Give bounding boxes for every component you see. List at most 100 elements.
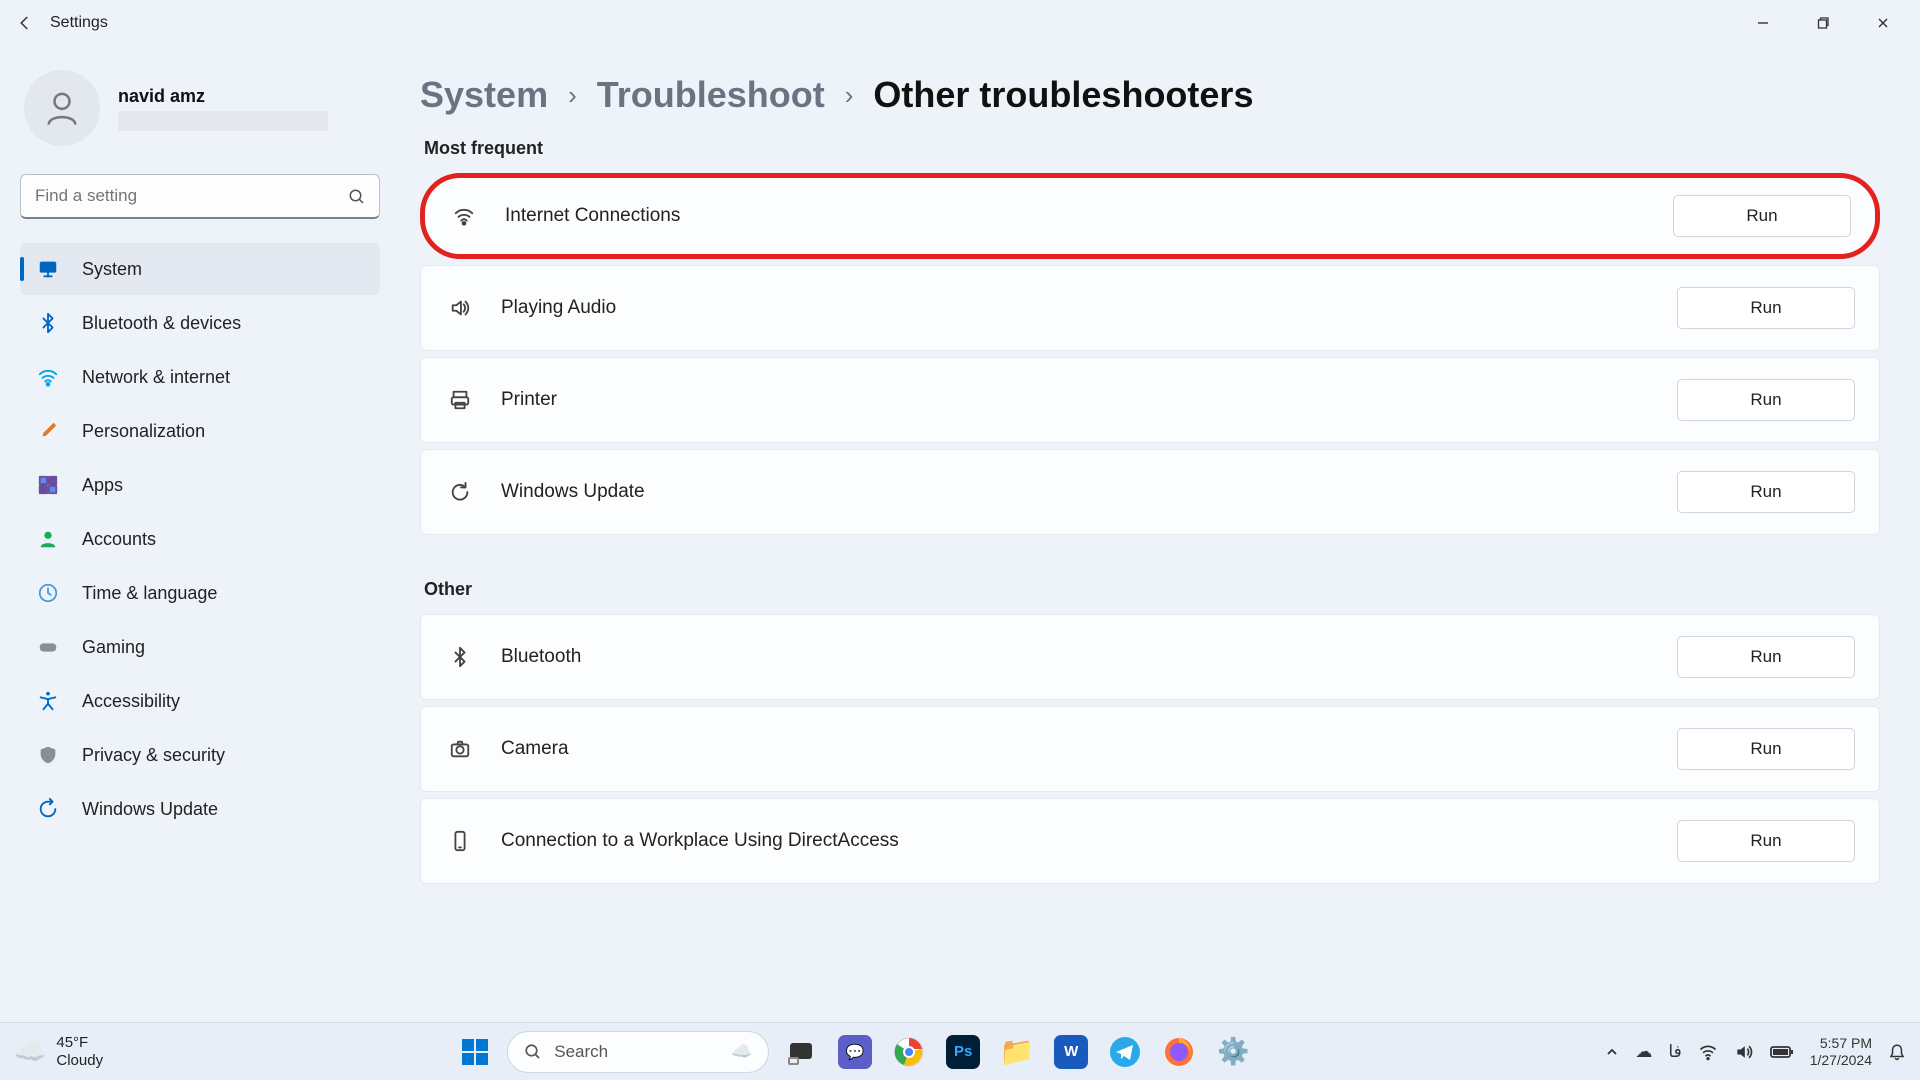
run-button[interactable]: Run [1677, 728, 1855, 770]
section-title-most-frequent: Most frequent [424, 138, 1880, 159]
user-name: navid amz [118, 86, 328, 107]
gamepad-icon [36, 635, 60, 659]
nav-item-privacy-security[interactable]: Privacy & security [20, 729, 380, 781]
back-button[interactable] [8, 6, 42, 40]
troubleshooter-label: Internet Connections [505, 205, 680, 227]
close-button[interactable] [1854, 5, 1912, 41]
telegram-icon[interactable] [1103, 1030, 1147, 1074]
word-icon[interactable]: W [1049, 1030, 1093, 1074]
nav-item-label: Personalization [82, 421, 205, 442]
nav-item-bluetooth-devices[interactable]: Bluetooth & devices [20, 297, 380, 349]
shield-icon [36, 743, 60, 767]
photoshop-icon[interactable]: Ps [941, 1030, 985, 1074]
sidebar: navid amz System Bluetooth & devices Netwo… [0, 46, 400, 1022]
troubleshooter-label: Bluetooth [501, 646, 581, 668]
troubleshooter-card-camera: CameraRun [420, 706, 1880, 792]
breadcrumb-system[interactable]: System [420, 74, 548, 116]
user-email-redacted [118, 111, 328, 131]
run-button[interactable]: Run [1677, 287, 1855, 329]
accessibility-icon [36, 689, 60, 713]
nav-item-label: Gaming [82, 637, 145, 658]
run-button[interactable]: Run [1677, 379, 1855, 421]
tray-overflow-icon[interactable] [1605, 1045, 1619, 1059]
task-view-button[interactable] [779, 1030, 823, 1074]
troubleshooter-label: Playing Audio [501, 297, 616, 319]
battery-tray-icon[interactable] [1770, 1044, 1794, 1060]
section-title-other: Other [424, 579, 1880, 600]
nav-item-label: Accounts [82, 529, 156, 550]
app-title: Settings [50, 14, 108, 32]
taskbar-search-placeholder: Search [554, 1042, 608, 1062]
nav-item-system[interactable]: System [20, 243, 380, 295]
chevron-right-icon: › [568, 80, 577, 111]
avatar [24, 70, 100, 146]
notifications-icon[interactable] [1888, 1043, 1906, 1061]
speaker-icon [445, 293, 475, 323]
system-tray: ☁ فا 5:57 PM 1/27/2024 [1605, 1035, 1906, 1067]
troubleshooter-card-playing-audio: Playing Audio Run [420, 265, 1880, 351]
nav-item-label: Bluetooth & devices [82, 313, 241, 334]
user-profile[interactable]: navid amz [24, 70, 380, 146]
firefox-icon[interactable] [1157, 1030, 1201, 1074]
run-button[interactable]: Run [1673, 195, 1851, 237]
wifi-icon [449, 201, 479, 231]
breadcrumb: System › Troubleshoot › Other troubleshooter… [420, 74, 1880, 116]
nav-item-label: Windows Update [82, 799, 218, 820]
wifi-tray-icon[interactable] [1698, 1042, 1718, 1062]
run-button[interactable]: Run [1677, 471, 1855, 513]
search-container [20, 174, 380, 219]
nav-item-time-language[interactable]: Time & language [20, 567, 380, 619]
search-input[interactable] [20, 174, 380, 219]
nav-item-apps[interactable]: Apps [20, 459, 380, 511]
weather-temp: 45°F [56, 1034, 103, 1051]
main-content: System › Troubleshoot › Other troubleshooter… [400, 46, 1920, 1022]
monitor-icon [36, 257, 60, 281]
nav-item-accessibility[interactable]: Accessibility [20, 675, 380, 727]
clock[interactable]: 5:57 PM 1/27/2024 [1810, 1035, 1872, 1067]
bluetooth-icon [445, 642, 475, 672]
taskbar-search[interactable]: Search ☁️ [507, 1031, 769, 1073]
nav-item-windows-update[interactable]: Windows Update [20, 783, 380, 835]
printer-icon [445, 385, 475, 415]
tray-date: 1/27/2024 [1810, 1052, 1872, 1068]
chrome-icon[interactable] [887, 1030, 931, 1074]
nav-item-label: Privacy & security [82, 745, 225, 766]
breadcrumb-other-troubleshooters: Other troubleshooters [873, 74, 1253, 116]
nav-item-label: System [82, 259, 142, 280]
refresh-icon [445, 477, 475, 507]
tray-time: 5:57 PM [1820, 1035, 1872, 1051]
maximize-button[interactable] [1794, 5, 1852, 41]
run-button[interactable]: Run [1677, 820, 1855, 862]
phone-icon [445, 826, 475, 856]
breadcrumb-troubleshoot[interactable]: Troubleshoot [597, 74, 825, 116]
nav-item-personalization[interactable]: Personalization [20, 405, 380, 457]
wifi-icon [36, 365, 60, 389]
volume-tray-icon[interactable] [1734, 1042, 1754, 1062]
clock-icon [36, 581, 60, 605]
troubleshooter-card-printer: PrinterRun [420, 357, 1880, 443]
cloud-icon: ☁️ [731, 1042, 752, 1062]
troubleshooter-card-connection-to-a-workplace-using-directaccess: Connection to a Workplace Using DirectAc… [420, 798, 1880, 884]
person-icon [36, 527, 60, 551]
onedrive-icon[interactable]: ☁ [1635, 1042, 1652, 1062]
troubleshooter-card-internet-connections: Internet Connections Run [420, 173, 1880, 259]
nav-item-label: Apps [82, 475, 123, 496]
nav-item-accounts[interactable]: Accounts [20, 513, 380, 565]
nav-item-gaming[interactable]: Gaming [20, 621, 380, 673]
update-icon [36, 797, 60, 821]
run-button[interactable]: Run [1677, 636, 1855, 678]
language-indicator[interactable]: فا [1668, 1042, 1681, 1062]
titlebar: Settings [0, 0, 1920, 46]
start-button[interactable] [453, 1030, 497, 1074]
chevron-right-icon: › [845, 80, 854, 111]
minimize-button[interactable] [1734, 5, 1792, 41]
nav-item-label: Time & language [82, 583, 217, 604]
teams-icon[interactable]: 💬 [833, 1030, 877, 1074]
troubleshooter-label: Connection to a Workplace Using DirectAc… [501, 830, 899, 852]
weather-widget[interactable]: ☁️ 45°F Cloudy [14, 1034, 103, 1069]
nav-item-network-internet[interactable]: Network & internet [20, 351, 380, 403]
troubleshooter-card-bluetooth: Bluetooth Run [420, 614, 1880, 700]
nav-list: System Bluetooth & devices Network & inter… [20, 243, 380, 835]
file-explorer-icon[interactable]: 📁 [995, 1030, 1039, 1074]
settings-taskbar-icon[interactable]: ⚙️ [1211, 1030, 1255, 1074]
